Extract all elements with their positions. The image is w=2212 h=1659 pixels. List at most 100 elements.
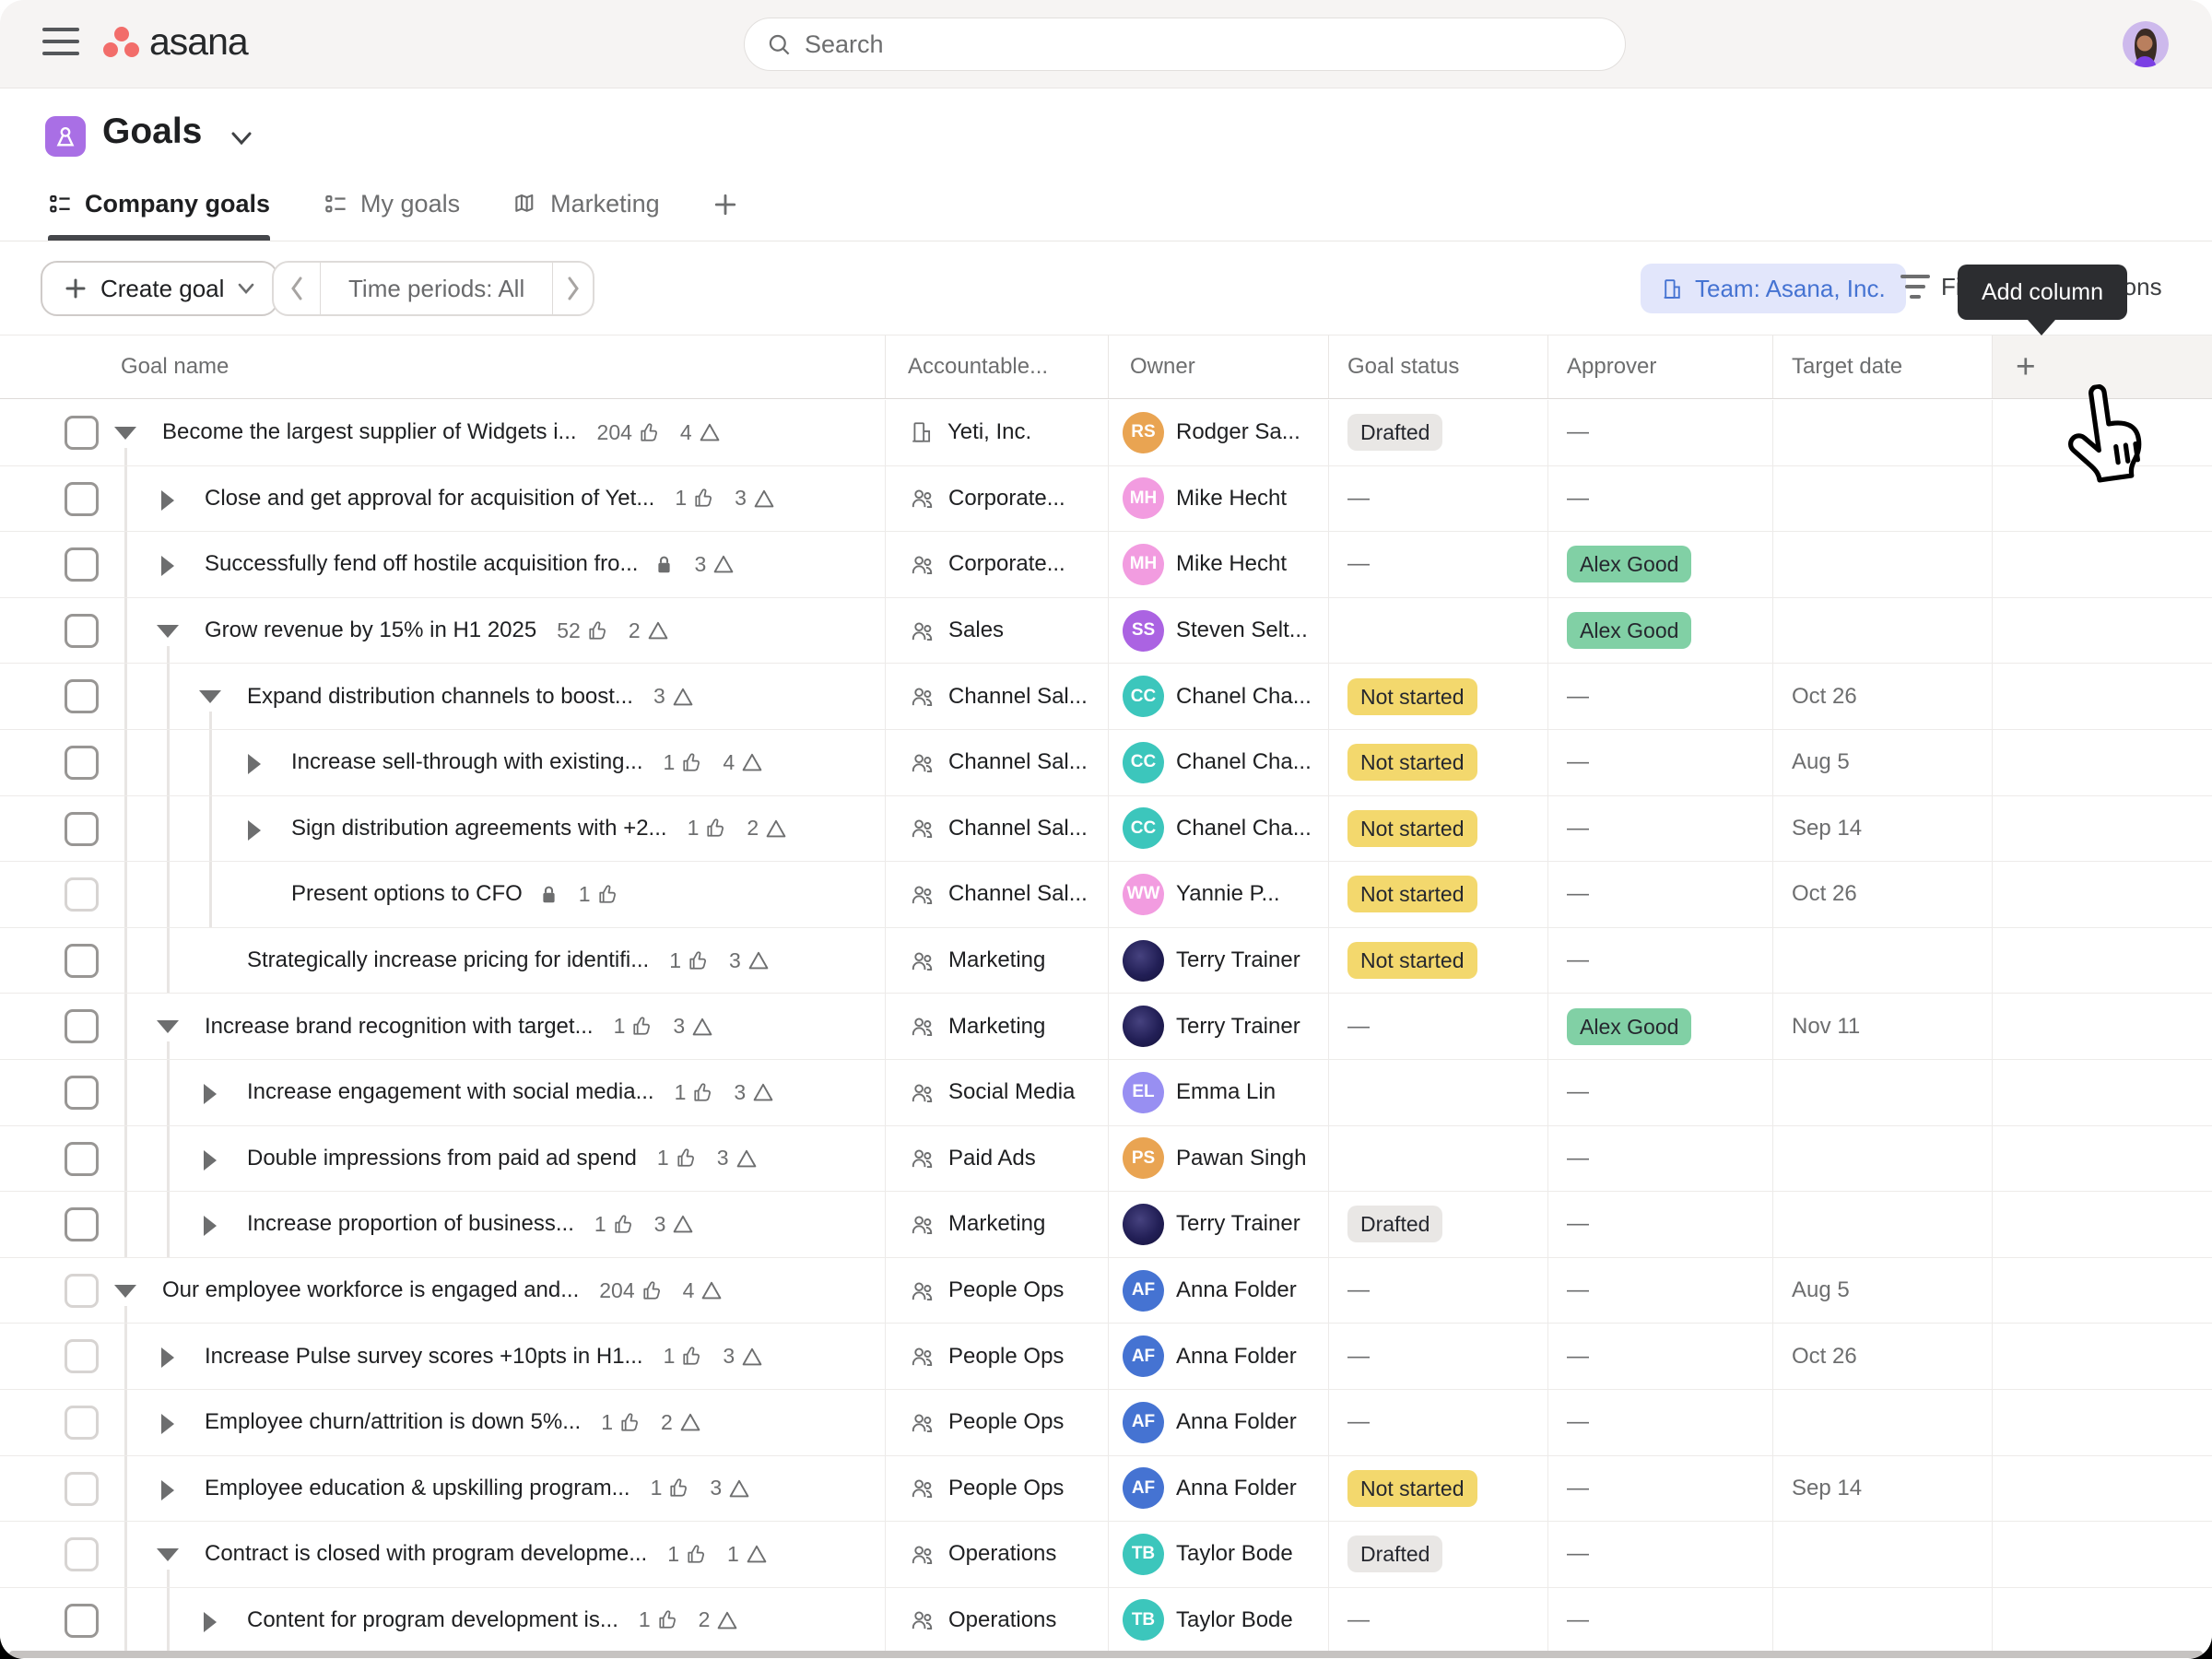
- accountable-cell[interactable]: People Ops: [885, 1390, 1108, 1455]
- owner-cell[interactable]: Terry Trainer: [1108, 1192, 1328, 1257]
- row-checkbox[interactable]: [65, 1076, 99, 1110]
- target-date-cell[interactable]: Oct 26: [1772, 1324, 1992, 1389]
- create-goal-button[interactable]: Create goal: [41, 261, 278, 316]
- accountable-cell[interactable]: Operations: [885, 1588, 1108, 1653]
- target-date-cell[interactable]: [1772, 1060, 1992, 1125]
- row-checkbox[interactable]: [65, 1472, 99, 1506]
- target-date-cell[interactable]: Aug 5: [1772, 1258, 1992, 1324]
- accountable-cell[interactable]: Yeti, Inc.: [885, 400, 1108, 465]
- collapse-caret-icon[interactable]: [157, 1020, 179, 1033]
- row-checkbox[interactable]: [65, 1274, 99, 1308]
- goal-status-cell[interactable]: —: [1328, 1390, 1547, 1455]
- status-badge[interactable]: Drafted: [1347, 1535, 1442, 1572]
- expand-caret-icon[interactable]: [204, 1084, 217, 1104]
- goal-status-cell[interactable]: Drafted: [1328, 1192, 1547, 1257]
- row-checkbox[interactable]: [65, 746, 99, 780]
- goal-status-cell[interactable]: —: [1328, 994, 1547, 1059]
- owner-cell[interactable]: SSSteven Selt...: [1108, 598, 1328, 664]
- goal-status-cell[interactable]: [1328, 1126, 1547, 1192]
- goal-name[interactable]: Present options to CFO: [291, 881, 523, 907]
- approver-cell[interactable]: —: [1547, 400, 1772, 465]
- tab-company-goals[interactable]: Company goals: [48, 190, 270, 241]
- like-count[interactable]: 204: [597, 420, 660, 445]
- approver-cell[interactable]: —: [1547, 1324, 1772, 1389]
- expand-caret-icon[interactable]: [204, 1216, 217, 1236]
- status-badge[interactable]: Not started: [1347, 678, 1477, 715]
- like-count[interactable]: 1: [675, 1080, 714, 1105]
- goal-status-cell[interactable]: —: [1328, 532, 1547, 597]
- collapse-caret-icon[interactable]: [157, 625, 179, 638]
- row-checkbox[interactable]: [65, 1604, 99, 1638]
- accountable-cell[interactable]: Marketing: [885, 928, 1108, 994]
- search-input[interactable]: Search: [744, 18, 1626, 71]
- asana-logo[interactable]: asana: [103, 20, 248, 64]
- approver-cell[interactable]: —: [1547, 796, 1772, 862]
- owner-cell[interactable]: CCChanel Cha...: [1108, 664, 1328, 729]
- target-date-cell[interactable]: Sep 14: [1772, 1456, 1992, 1522]
- owner-cell[interactable]: Terry Trainer: [1108, 928, 1328, 994]
- collapse-caret-icon[interactable]: [114, 1285, 136, 1298]
- accountable-cell[interactable]: People Ops: [885, 1324, 1108, 1389]
- goal-name[interactable]: Increase brand recognition with target..…: [205, 1014, 594, 1040]
- row-checkbox[interactable]: [65, 877, 99, 912]
- like-count[interactable]: 1: [594, 1212, 634, 1237]
- goal-status-cell[interactable]: —: [1328, 466, 1547, 532]
- owner-cell[interactable]: AFAnna Folder: [1108, 1258, 1328, 1324]
- collapse-caret-icon[interactable]: [199, 690, 221, 703]
- goal-name[interactable]: Employee churn/attrition is down 5%...: [205, 1409, 581, 1435]
- accountable-cell[interactable]: Channel Sal...: [885, 796, 1108, 862]
- row-checkbox[interactable]: [65, 812, 99, 846]
- status-badge[interactable]: Not started: [1347, 1470, 1477, 1507]
- target-date-cell[interactable]: [1772, 1522, 1992, 1587]
- goal-name[interactable]: Become the largest supplier of Widgets i…: [162, 419, 577, 445]
- like-count[interactable]: 1: [664, 750, 703, 775]
- goal-name[interactable]: Employee education & upskilling program.…: [205, 1476, 630, 1501]
- accountable-cell[interactable]: Corporate...: [885, 532, 1108, 597]
- goal-name[interactable]: Increase Pulse survey scores +10pts in H…: [205, 1344, 643, 1370]
- accountable-cell[interactable]: Marketing: [885, 1192, 1108, 1257]
- owner-cell[interactable]: ELEmma Lin: [1108, 1060, 1328, 1125]
- row-checkbox[interactable]: [65, 614, 99, 648]
- goal-name[interactable]: Successfully fend off hostile acquisitio…: [205, 551, 638, 577]
- status-badge[interactable]: Not started: [1347, 810, 1477, 847]
- status-badge[interactable]: Drafted: [1347, 1206, 1442, 1242]
- like-count[interactable]: 1: [657, 1146, 697, 1171]
- collapse-caret-icon[interactable]: [157, 1548, 179, 1561]
- expand-caret-icon[interactable]: [248, 754, 261, 774]
- target-date-cell[interactable]: [1772, 598, 1992, 664]
- goal-name[interactable]: Double impressions from paid ad spend: [247, 1146, 637, 1171]
- status-badge[interactable]: Drafted: [1347, 414, 1442, 451]
- accountable-cell[interactable]: People Ops: [885, 1456, 1108, 1522]
- like-count[interactable]: 1: [651, 1476, 690, 1500]
- hamburger-menu-icon[interactable]: [42, 28, 81, 61]
- approver-cell[interactable]: —: [1547, 1126, 1772, 1192]
- add-column-button[interactable]: +: [2016, 335, 2036, 398]
- accountable-cell[interactable]: Operations: [885, 1522, 1108, 1587]
- approver-cell[interactable]: —: [1547, 1456, 1772, 1522]
- target-date-cell[interactable]: Nov 11: [1772, 994, 1992, 1059]
- approver-cell[interactable]: —: [1547, 1588, 1772, 1653]
- goal-status-cell[interactable]: [1328, 598, 1547, 664]
- row-checkbox[interactable]: [65, 482, 99, 516]
- goal-name[interactable]: Expand distribution channels to boost...: [247, 684, 633, 710]
- expand-caret-icon[interactable]: [204, 1150, 217, 1171]
- approver-badge[interactable]: Alex Good: [1567, 546, 1691, 582]
- add-tab-button[interactable]: [713, 193, 737, 241]
- owner-cell[interactable]: AFAnna Folder: [1108, 1456, 1328, 1522]
- like-count[interactable]: 1: [675, 486, 714, 511]
- time-period-next-button[interactable]: [552, 263, 593, 314]
- approver-cell[interactable]: Alex Good: [1547, 994, 1772, 1059]
- accountable-cell[interactable]: Corporate...: [885, 466, 1108, 532]
- row-checkbox[interactable]: [65, 416, 99, 450]
- goal-status-cell[interactable]: —: [1328, 1258, 1547, 1324]
- goal-name[interactable]: Content for program development is...: [247, 1607, 618, 1633]
- approver-cell[interactable]: —: [1547, 928, 1772, 994]
- accountable-cell[interactable]: Channel Sal...: [885, 664, 1108, 729]
- goal-name[interactable]: Sign distribution agreements with +2...: [291, 816, 667, 841]
- goal-status-cell[interactable]: Not started: [1328, 1456, 1547, 1522]
- goal-name[interactable]: Strategically increase pricing for ident…: [247, 947, 649, 973]
- tab-my-goals[interactable]: My goals: [324, 190, 460, 241]
- expand-caret-icon[interactable]: [161, 490, 174, 511]
- expand-caret-icon[interactable]: [248, 820, 261, 841]
- like-count[interactable]: 1: [667, 1542, 707, 1567]
